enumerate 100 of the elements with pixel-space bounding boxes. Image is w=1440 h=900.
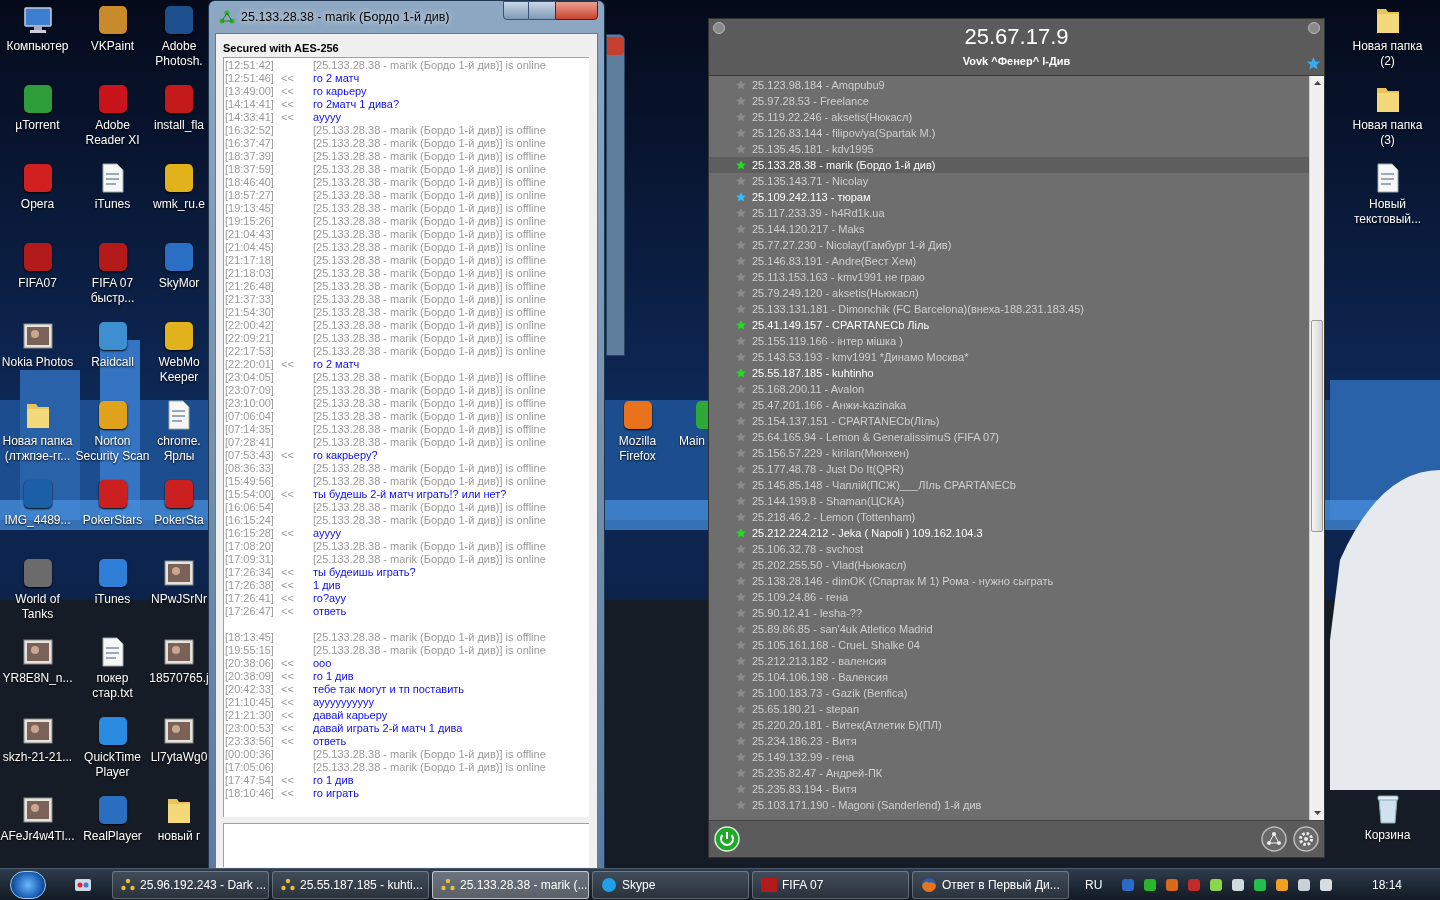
app-icon[interactable] (165, 322, 193, 350)
peer-row[interactable]: 25.103.171.190 - Magoni (Sanderlend) 1-й див (709, 797, 1309, 813)
peer-row[interactable]: 25.104.106.198 - Валенсия (709, 669, 1309, 685)
app-icon[interactable] (165, 85, 193, 113)
icon-label[interactable]: Новая папка (лтжпэе-гг... (2, 434, 73, 464)
image-icon[interactable] (164, 639, 194, 665)
icon-label[interactable]: QuickTime Player (84, 750, 141, 780)
peer-row[interactable]: 25.41.149.157 - CPARTANECb Ліль (709, 317, 1309, 333)
message-input[interactable] (223, 823, 589, 867)
image-icon[interactable] (22, 797, 53, 823)
peer-row[interactable]: 25.235.82.47 - Андрей-ПК (709, 765, 1309, 781)
icon-label[interactable]: покер стар.txt (92, 671, 133, 701)
taskbar-button[interactable]: 25.133.28.38 - marik (... (432, 870, 589, 899)
peer-row[interactable]: 25.138.28.146 - dimOK (Спартак М 1) Рома - нужно сыграть (709, 573, 1309, 589)
icon-label[interactable]: Компьютер (6, 39, 69, 54)
icon-label[interactable]: PokerSta (154, 513, 204, 528)
tray-icon[interactable] (1208, 876, 1225, 893)
peer-row[interactable]: 25.89.86.85 - san'4uk Atletico Madrid (709, 621, 1309, 637)
image-icon[interactable] (22, 718, 53, 744)
icon-label[interactable]: iTunes (94, 197, 131, 212)
tray-icon[interactable] (1296, 876, 1313, 893)
tray-icon[interactable] (1230, 876, 1247, 893)
icon-label[interactable]: Ll7ytaWg0 (150, 750, 208, 765)
peer-row[interactable]: 25.133.131.181 - Dimonchik (FC Barcelona)(внеха-188.231.183.45) (709, 301, 1309, 317)
icon-label[interactable]: 18570765.j (149, 671, 209, 686)
icon-label[interactable]: новый г (157, 829, 201, 844)
taskbar-button[interactable]: Ответ в Первый Ди... (912, 870, 1069, 899)
settings-button[interactable] (1293, 825, 1319, 852)
icon-label[interactable]: skzh-21-21... (2, 750, 73, 765)
icon-label[interactable]: Mozilla Firefox (618, 434, 657, 464)
peer-row[interactable]: 25.105.161.168 - CrueL Shalke 04 (709, 637, 1309, 653)
app-icon[interactable] (98, 717, 127, 745)
close-button[interactable] (555, 1, 598, 20)
peer-row[interactable]: 25.97.28.53 - Freelance (709, 93, 1309, 109)
peer-row[interactable]: 25.177.48.78 - Just Do It(QPR) (709, 461, 1309, 477)
icon-label[interactable]: wmk_ru.e (153, 197, 205, 212)
app-icon[interactable] (98, 796, 127, 824)
tray-icon[interactable] (1274, 876, 1291, 893)
image-icon[interactable] (164, 560, 194, 586)
peer-row[interactable]: 25.135.45.181 - kdv1995 (709, 141, 1309, 157)
tray-icon[interactable] (1318, 876, 1335, 893)
icon-label[interactable]: Adobe Reader XI (85, 118, 140, 148)
app-icon[interactable] (165, 243, 193, 271)
peer-row[interactable]: 25.126.83.144 - filipov/ya(Spartak M.) (709, 125, 1309, 141)
peer-row[interactable]: 25.55.187.185 - kuhtinho (709, 365, 1309, 381)
icon-label[interactable]: Корзина (1364, 828, 1411, 843)
icon-label[interactable]: Adobe Photosh. (155, 39, 203, 69)
peer-row[interactable]: 25.218.46.2 - Lemon (Tottenham) (709, 509, 1309, 525)
icon-label[interactable]: World of Tanks (15, 592, 60, 622)
peer-row[interactable]: 25.155.119.166 - інтер мішка ) (709, 333, 1309, 349)
peer-row[interactable]: 25.65.180.21 - stepan (709, 701, 1309, 717)
icon-label[interactable]: Новая папка (3) (1352, 118, 1423, 148)
app-icon[interactable] (98, 85, 127, 113)
star-icon[interactable] (1307, 57, 1320, 70)
peer-row[interactable]: 25.220.20.181 - Витек(Атлетик Б)(ПЛ) (709, 717, 1309, 733)
icon-label[interactable]: YR8E8N_n... (2, 671, 73, 686)
app-icon[interactable] (98, 401, 127, 429)
document-icon[interactable] (1375, 163, 1400, 193)
scrollbar[interactable] (1309, 76, 1324, 820)
peer-row[interactable]: 25.109.24.86 - гена (709, 589, 1309, 605)
network-button[interactable] (1261, 825, 1287, 852)
peer-row[interactable]: 25.106.32.78 - svchost (709, 541, 1309, 557)
icon-label[interactable]: RealPlayer (83, 829, 142, 844)
peer-row[interactable]: 25.90.12.41 - lesha-?? (709, 605, 1309, 621)
peer-row[interactable]: 25.212.213.182 - валенсия (709, 653, 1309, 669)
peer-row[interactable]: 25.123.98.184 - Amqpubu9 (709, 77, 1309, 93)
peer-row[interactable]: 25.77.27.230 - Nicolay(Гамбург 1-й Див) (709, 237, 1309, 253)
tray-icon[interactable] (1252, 876, 1269, 893)
icon-label[interactable]: Nokia Photos (1, 355, 74, 370)
clock[interactable]: 18:14 (1371, 875, 1402, 894)
minimize-button[interactable] (503, 1, 529, 20)
start-button[interactable] (10, 870, 46, 899)
taskbar-button[interactable]: 25.55.187.185 - kuhti... (272, 870, 429, 899)
icon-label[interactable]: iTunes (94, 592, 131, 607)
image-icon[interactable] (22, 323, 53, 349)
icon-label[interactable]: Norton Security Scan (75, 434, 150, 464)
peer-row[interactable]: 25.143.53.193 - kmv1991 *Динамо Москва* (709, 349, 1309, 365)
peer-row[interactable]: 25.146.83.191 - Andre(Вест Хем) (709, 253, 1309, 269)
image-icon[interactable] (164, 718, 194, 744)
icon-label[interactable]: AFeJr4w4Tl... (0, 829, 75, 844)
computer-icon[interactable] (22, 6, 53, 34)
icon-label[interactable]: Новый текстовый... (1353, 197, 1422, 227)
peer-row[interactable]: 25.47.201.166 - Анжи-kazinaka (709, 397, 1309, 413)
icon-label[interactable]: install_fla (154, 118, 204, 133)
image-icon[interactable] (22, 639, 53, 665)
peer-row[interactable]: 25.133.28.38 - marik (Бордо 1-й див) (709, 157, 1309, 173)
trash-icon[interactable] (1375, 794, 1400, 824)
icon-label[interactable]: PokerStars (82, 513, 143, 528)
document-icon[interactable] (100, 163, 125, 193)
power-button[interactable] (714, 825, 740, 852)
icon-label[interactable]: SkyMor (158, 276, 200, 291)
app-icon[interactable] (98, 6, 127, 34)
peer-row[interactable]: 25.144.199.8 - Shaman(ЦСКА) (709, 493, 1309, 509)
peer-row[interactable]: 25.100.183.73 - Gazik (Benfica) (709, 685, 1309, 701)
taskbar-button[interactable]: Skype (592, 870, 749, 899)
icon-label[interactable]: NPwJSrNr (151, 592, 207, 607)
peer-row[interactable]: 25.202.255.50 - Vlad(Ньюкасл) (709, 557, 1309, 573)
icon-label[interactable]: WebMo Keeper (158, 355, 200, 385)
app-icon[interactable] (98, 559, 127, 587)
peer-row[interactable]: 25.212.224.212 - Jeka ( Napoli ) 109.162.104.3 (709, 525, 1309, 541)
